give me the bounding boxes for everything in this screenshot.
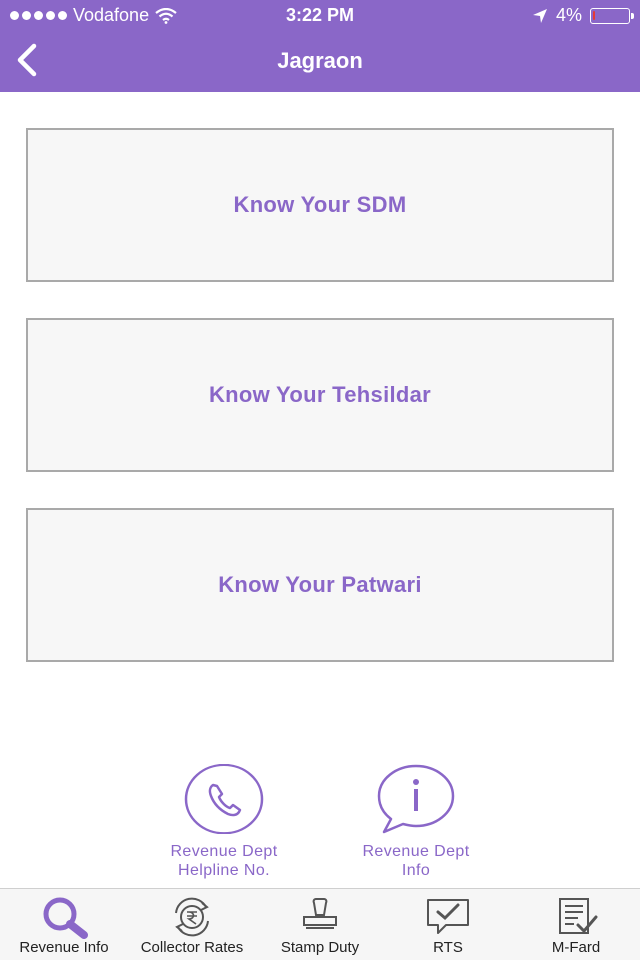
battery-percent: 4%	[555, 5, 582, 25]
location-arrow-icon	[532, 8, 547, 23]
rupee-cycle-icon	[175, 897, 209, 937]
phone-icon	[184, 764, 264, 834]
tab-label: M-Fard	[551, 939, 601, 956]
battery-icon	[590, 7, 634, 24]
stamp-icon	[303, 898, 337, 929]
helpline-label: Revenue Dept Helpline No.	[124, 842, 324, 880]
tab-label: Revenue Info	[19, 939, 109, 956]
header: Vodafone 3:22 PM 4% Jagraon	[0, 0, 640, 92]
tab-collector-rates[interactable]: Collector Rates	[128, 889, 256, 960]
app-screen: Vodafone 3:22 PM 4% Jagraon Know Your SD…	[0, 0, 640, 960]
info-label: Revenue Dept Info	[316, 842, 516, 880]
page-title: Jagraon	[277, 48, 363, 73]
status-bar: Vodafone 3:22 PM 4%	[0, 0, 640, 30]
tab-stamp-duty[interactable]: Stamp Duty	[256, 889, 384, 960]
magnifier-icon	[43, 897, 88, 939]
tab-label: Stamp Duty	[280, 939, 360, 956]
document-check-icon	[559, 898, 598, 934]
know-your-patwari-button[interactable]: Know Your Patwari	[26, 508, 614, 662]
know-your-tehsildar-button[interactable]: Know Your Tehsildar	[26, 318, 614, 472]
tab-label: RTS	[433, 939, 463, 956]
tab-rts[interactable]: RTS	[384, 889, 512, 960]
info-label-line2: Info	[401, 862, 431, 879]
tab-revenue-info[interactable]: Revenue Info	[0, 889, 128, 960]
nav-bar: Jagraon	[0, 30, 640, 92]
battery-level	[593, 10, 595, 20]
info-bubble-icon	[377, 764, 455, 834]
chat-check-icon	[427, 899, 469, 934]
info-label-line1: Revenue Dept	[362, 843, 470, 860]
helpline-label-line1: Revenue Dept	[170, 843, 278, 860]
revenue-helpline-button[interactable]: Revenue Dept Helpline No.	[124, 764, 324, 880]
status-right: 4%	[532, 5, 634, 26]
tab-m-fard[interactable]: M-Fard	[512, 889, 640, 960]
helpline-label-line2: Helpline No.	[178, 862, 270, 879]
tab-bar: Revenue Info Collector Rates Stamp Duty	[0, 888, 640, 960]
tab-label: Collector Rates	[140, 939, 244, 956]
revenue-info-button[interactable]: Revenue Dept Info	[316, 764, 516, 880]
know-your-sdm-button[interactable]: Know Your SDM	[26, 128, 614, 282]
